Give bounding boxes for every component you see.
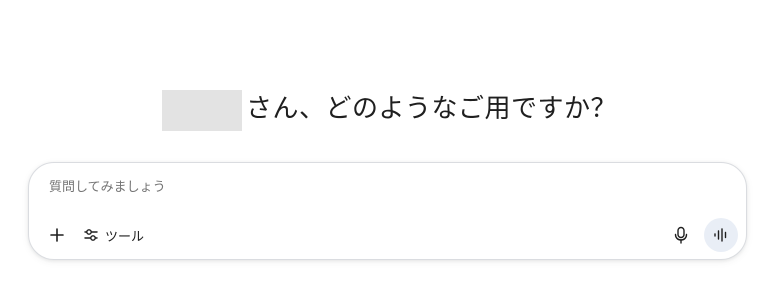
voice-mode-button[interactable] <box>704 218 738 252</box>
microphone-button[interactable] <box>666 220 696 250</box>
add-button[interactable] <box>43 221 71 249</box>
composer-toolbar-left: ツール <box>43 221 150 249</box>
prompt-input[interactable] <box>49 180 649 195</box>
prompt-composer: ツール <box>28 162 747 260</box>
composer-toolbar-right <box>666 218 738 252</box>
microphone-icon <box>674 226 688 244</box>
audio-waveform-icon <box>714 228 727 242</box>
plus-icon <box>50 228 64 242</box>
greeting-text: さん、どのようなご用ですか？ <box>245 94 617 124</box>
greeting: さん、どのようなご用ですか？ <box>0 88 779 131</box>
redacted-username <box>161 90 242 131</box>
tools-label: ツール <box>105 229 145 245</box>
chat-home: さん、どのようなご用ですか？ ツール <box>0 0 779 305</box>
sliders-icon <box>84 229 98 241</box>
tools-button[interactable]: ツール <box>77 221 150 249</box>
